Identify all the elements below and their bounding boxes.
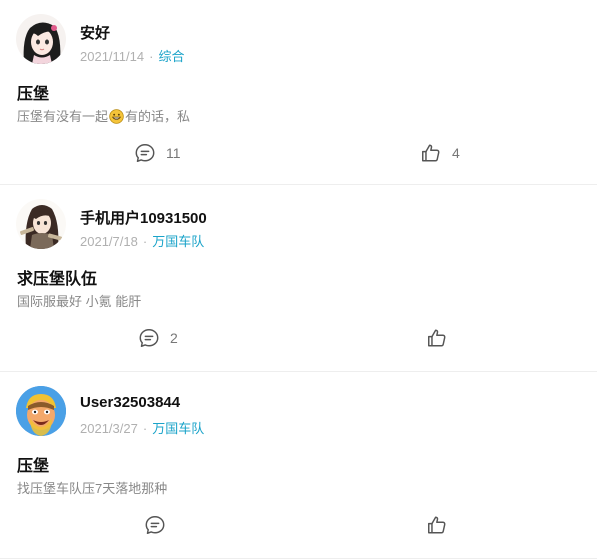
- category-tag[interactable]: 综合: [158, 49, 184, 64]
- like-button[interactable]: [426, 512, 458, 538]
- excerpt-text: 压堡有没有一起: [17, 109, 109, 124]
- comment-count: 2: [170, 330, 178, 346]
- comment-button[interactable]: 2: [138, 325, 178, 351]
- post-meta: 2021/3/27 · 万国车队: [80, 418, 204, 437]
- comment-icon: [145, 516, 165, 534]
- post-excerpt[interactable]: 国际服最好 小氪 能肝: [17, 291, 141, 310]
- meta-separator: ·: [142, 234, 148, 249]
- thumbs-up-icon: [422, 144, 440, 162]
- avatar[interactable]: [16, 199, 66, 249]
- avatar[interactable]: [16, 14, 66, 64]
- excerpt-text: 有的话，私: [125, 109, 191, 124]
- category-tag[interactable]: 万国车队: [152, 421, 204, 436]
- meta-separator: ·: [149, 49, 154, 64]
- post-excerpt[interactable]: 找压堡车队压7天落地那种: [17, 478, 167, 497]
- excerpt-text: 国际服最好 小氪 能肝: [17, 294, 142, 309]
- meta-separator: ·: [142, 421, 148, 436]
- comment-count: 11: [166, 145, 181, 161]
- post-title[interactable]: 压堡: [17, 80, 49, 104]
- thumbs-up-icon: [428, 329, 446, 347]
- like-button[interactable]: [426, 325, 458, 351]
- post-card[interactable]: 手机用户10931500 2021/7/18 · 万国车队 求压堡队伍 国际服最好 …: [0, 185, 597, 372]
- comment-button[interactable]: 11: [134, 140, 181, 166]
- post-date: 2021/7/18: [80, 234, 138, 249]
- post-meta: 2021/7/18 · 万国车队: [80, 231, 204, 250]
- post-card[interactable]: 安好 2021/11/14 · 综合 压堡 压堡有没有一起 有的话，私 11 4: [0, 0, 597, 185]
- post-title[interactable]: 压堡: [17, 452, 49, 476]
- post-title[interactable]: 求压堡队伍: [17, 265, 97, 289]
- post-card[interactable]: User32503844 2021/3/27 · 万国车队 压堡 找压堡车队压7天落…: [0, 372, 597, 559]
- category-tag[interactable]: 万国车队: [152, 234, 204, 249]
- comment-button[interactable]: [144, 512, 176, 538]
- post-meta: 2021/11/14 · 综合: [80, 46, 184, 65]
- like-button[interactable]: 4: [420, 140, 460, 166]
- post-actions: [0, 512, 597, 542]
- anime-character-avatar-icon: [16, 199, 66, 249]
- excerpt-text: 找压堡车队压7天落地那种: [17, 481, 168, 496]
- comment-icon: [139, 329, 159, 347]
- avatar[interactable]: [16, 386, 66, 436]
- post-actions: 11 4: [0, 140, 597, 170]
- like-count: 4: [452, 145, 460, 161]
- post-actions: 2: [0, 325, 597, 355]
- post-feed: 安好 2021/11/14 · 综合 压堡 压堡有没有一起 有的话，私 11 4…: [0, 0, 597, 559]
- grinning-emoji-icon: [109, 109, 124, 124]
- thumbs-up-icon: [428, 516, 446, 534]
- post-date: 2021/3/27: [80, 421, 138, 436]
- anime-girl-avatar-icon: [16, 14, 66, 64]
- comment-icon: [135, 144, 155, 162]
- username[interactable]: 手机用户10931500: [80, 207, 207, 228]
- post-excerpt[interactable]: 压堡有没有一起 有的话，私: [17, 106, 190, 125]
- username[interactable]: User32503844: [80, 394, 180, 411]
- username[interactable]: 安好: [80, 22, 110, 43]
- post-date: 2021/11/14: [80, 49, 145, 64]
- barbarian-avatar-icon: [16, 386, 66, 436]
